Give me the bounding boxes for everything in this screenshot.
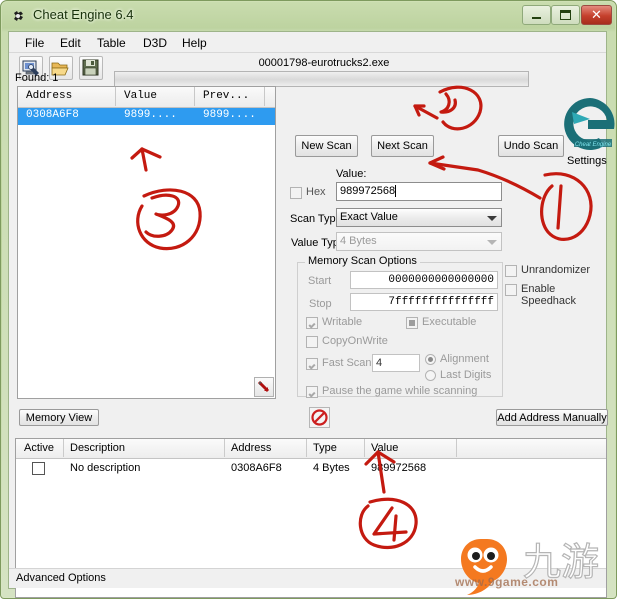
hex-checkbox[interactable] bbox=[290, 187, 302, 199]
writable-label: Writable bbox=[322, 316, 363, 328]
address-table-header: Active Description Address Type Value bbox=[16, 439, 606, 459]
address-table-address: 0308A6F8 bbox=[231, 462, 282, 474]
value-input-text: 989972568 bbox=[340, 185, 396, 197]
close-icon: ✕ bbox=[591, 7, 602, 22]
stop-label: Stop bbox=[309, 298, 332, 310]
undo-scan-button[interactable]: Undo Scan bbox=[498, 135, 564, 157]
watermark-url: www.9game.com bbox=[455, 575, 559, 589]
scan-results-header: Address Value Prev... bbox=[18, 87, 275, 108]
maximize-icon bbox=[552, 6, 579, 24]
next-scan-button[interactable]: Next Scan bbox=[371, 135, 434, 157]
addr-header-address: Address bbox=[231, 442, 272, 454]
new-scan-button[interactable]: New Scan bbox=[295, 135, 358, 157]
tool-bar: 00001798-eurotrucks2.exe bbox=[9, 53, 606, 87]
addr-header-type: Type bbox=[313, 442, 337, 454]
results-resize-handle[interactable] bbox=[254, 377, 274, 397]
client-area: File Edit Table D3D Help 00001798-eurotr… bbox=[8, 31, 615, 598]
copyonwrite-label: CopyOnWrite bbox=[322, 335, 388, 347]
save-table-button[interactable] bbox=[79, 56, 103, 80]
fast-scan-label: Fast Scan bbox=[322, 357, 372, 369]
floppy-disk-icon bbox=[82, 59, 99, 76]
cheat-engine-icon bbox=[14, 11, 23, 21]
scan-result-row[interactable]: 0308A6F8 9899.... 9899.... bbox=[18, 108, 275, 125]
value-label: Value: bbox=[336, 168, 367, 180]
fast-scan-input[interactable]: 4 bbox=[372, 354, 420, 372]
last-digits-radio[interactable] bbox=[425, 370, 436, 381]
address-table-type: 4 Bytes bbox=[313, 462, 350, 474]
scan-type-label: Scan Type bbox=[290, 213, 342, 225]
settings-label[interactable]: Settings bbox=[567, 155, 607, 167]
executable-label: Executable bbox=[422, 316, 477, 328]
memory-view-button[interactable]: Memory View bbox=[19, 409, 99, 426]
last-digits-label: Last Digits bbox=[440, 369, 492, 381]
start-address-input[interactable]: 0000000000000000 bbox=[350, 271, 498, 289]
addr-header-active: Active bbox=[24, 442, 54, 454]
scan-results-list[interactable]: Address Value Prev... 0308A6F8 9899.... … bbox=[17, 86, 276, 399]
results-header-prev: Prev... bbox=[203, 90, 250, 102]
addr-header-value: Value bbox=[371, 442, 399, 454]
scan-progress-bar bbox=[114, 71, 529, 87]
value-type-select[interactable]: 4 Bytes bbox=[336, 232, 502, 251]
result-value: 9899.... bbox=[124, 109, 177, 121]
menu-file[interactable]: File bbox=[19, 35, 50, 51]
results-header-address: Address bbox=[26, 90, 73, 102]
result-prev: 9899.... bbox=[203, 109, 256, 121]
title-bar: Cheat Engine 6.4 ✕ bbox=[1, 1, 614, 30]
value-input[interactable]: 989972568 bbox=[336, 182, 502, 201]
value-type-value: 4 Bytes bbox=[340, 235, 377, 247]
start-label: Start bbox=[308, 275, 332, 287]
executable-checkbox[interactable] bbox=[406, 317, 418, 329]
chevron-down-icon bbox=[487, 216, 497, 221]
copyonwrite-checkbox[interactable] bbox=[306, 336, 318, 348]
menu-d3d[interactable]: D3D bbox=[137, 35, 173, 51]
speedhack-checkbox[interactable] bbox=[505, 284, 517, 296]
addr-header-description: Description bbox=[70, 442, 126, 454]
pause-game-checkbox[interactable] bbox=[306, 386, 318, 398]
red-arrow-icon bbox=[257, 380, 270, 393]
process-name-label: 00001798-eurotrucks2.exe bbox=[258, 57, 390, 69]
chevron-down-icon bbox=[487, 240, 497, 245]
results-header-value: Value bbox=[124, 90, 158, 102]
alignment-radio[interactable] bbox=[425, 354, 436, 365]
cheat-engine-window: Cheat Engine 6.4 ✕ File Edit Table D3D H… bbox=[0, 0, 617, 599]
cheat-engine-logo[interactable]: Cheat Engine bbox=[560, 94, 617, 154]
memory-scan-options-title: Memory Scan Options bbox=[305, 255, 420, 267]
advanced-options-label[interactable]: Advanced Options bbox=[16, 572, 106, 584]
no-entry-icon[interactable] bbox=[309, 407, 330, 428]
add-address-manually-button[interactable]: Add Address Manually bbox=[496, 409, 608, 426]
window-title: Cheat Engine 6.4 bbox=[33, 7, 134, 22]
unrandomizer-label: Unrandomizer bbox=[521, 264, 591, 276]
address-table-value: 989972568 bbox=[371, 462, 427, 474]
address-table-description: No description bbox=[70, 462, 141, 474]
speedhack-label: Enable Speedhack bbox=[521, 283, 577, 307]
found-count-label: Found: 1 bbox=[15, 72, 59, 84]
hex-label: Hex bbox=[306, 186, 326, 198]
address-table-row[interactable]: No description 0308A6F8 4 Bytes 98997256… bbox=[16, 459, 606, 479]
scan-type-value: Exact Value bbox=[340, 211, 398, 223]
fast-scan-checkbox[interactable] bbox=[306, 358, 318, 370]
maximize-button[interactable] bbox=[551, 5, 580, 25]
result-address: 0308A6F8 bbox=[26, 109, 79, 121]
menu-bar: File Edit Table D3D Help bbox=[9, 32, 606, 53]
unrandomizer-checkbox[interactable] bbox=[505, 265, 517, 277]
svg-text:Cheat Engine: Cheat Engine bbox=[575, 142, 612, 148]
address-active-checkbox[interactable] bbox=[32, 462, 45, 475]
menu-help[interactable]: Help bbox=[176, 35, 213, 51]
pause-game-label: Pause the game while scanning bbox=[322, 385, 478, 397]
minimize-button[interactable] bbox=[522, 5, 551, 25]
alignment-label: Alignment bbox=[440, 353, 489, 365]
scan-type-select[interactable]: Exact Value bbox=[336, 208, 502, 227]
writable-checkbox[interactable] bbox=[306, 317, 318, 329]
menu-edit[interactable]: Edit bbox=[54, 35, 87, 51]
stop-address-input[interactable]: 7fffffffffffffff bbox=[350, 293, 498, 311]
close-button[interactable]: ✕ bbox=[581, 5, 612, 25]
minimize-icon bbox=[523, 6, 550, 24]
menu-table[interactable]: Table bbox=[91, 35, 132, 51]
